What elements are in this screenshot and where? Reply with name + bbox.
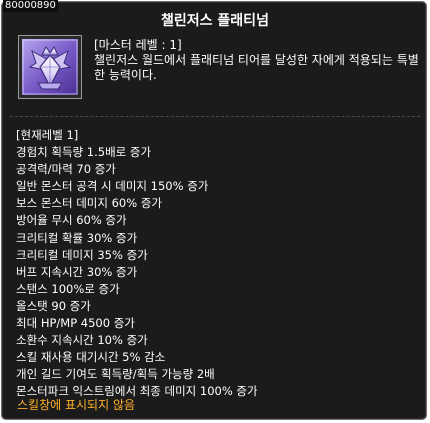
current-level-label: [현재레벨 1] [16, 128, 79, 142]
stat-line: 경험치 획득량 1.5배로 증가 [16, 145, 152, 160]
stat-line: 최대 HP/MP 4500 증가 [16, 316, 135, 331]
skill-tooltip: 챌린저스 플래티넘 [마스터 레벨: 1] 챌린저스 월드에서 플래티넘 티어… [1, 1, 427, 420]
stat-line: 크리티컬 데미지 35% 증가 [16, 247, 148, 262]
stat-line: 소환수 지속시간 10% 증가 [16, 333, 148, 348]
skill-description: [마스터 레벨 : 1] 챌린저스 월드에서 플래티넘 티어를 달성한 자에게 … [94, 38, 420, 83]
stat-line: 버프 지속시간 30% 증가 [16, 264, 138, 279]
skill-title: 챌린저스 플래티넘 [161, 13, 269, 29]
skill-stats: [현재레벨 1] 경험치 획득량 1.5배로 증가 공격력/마력 70 증가 일… [16, 127, 420, 401]
stat-line: 개인 길드 기여도 획득량/획득 가능량 2배 [16, 367, 215, 382]
stat-line: 일반 몬스터 공격 시 데미지 150% 증가 [16, 179, 209, 194]
stat-line: 보스 몬스터 데미지 60% 증가 [16, 196, 162, 211]
stat-line: 공격력/마력 70 증가 [16, 162, 116, 177]
stat-line: 방어율 무시 60% 증가 [16, 213, 127, 228]
item-id-label: 80000890 [3, 0, 58, 12]
stat-line: 스탠스 100%로 증가 [16, 281, 120, 296]
master-level-label: [마스터 레벨 : 1] [94, 38, 182, 52]
skill-icon-frame [18, 35, 82, 99]
description-text: 챌린저스 월드에서 플래티넘 티어를 달성한 자에게 적용되는 특별한 능력이다… [94, 53, 419, 82]
stat-line: 올스탯 90 증가 [16, 298, 91, 313]
stat-line: 스킬 재사용 대기시간 5% 감소 [16, 350, 166, 365]
divider [10, 116, 420, 117]
platinum-crystal-icon [22, 39, 78, 95]
hidden-skill-note: 스킬창에 표시되지 않음 [17, 398, 136, 412]
stat-line: 크리티컬 확률 30% 증가 [16, 230, 138, 245]
